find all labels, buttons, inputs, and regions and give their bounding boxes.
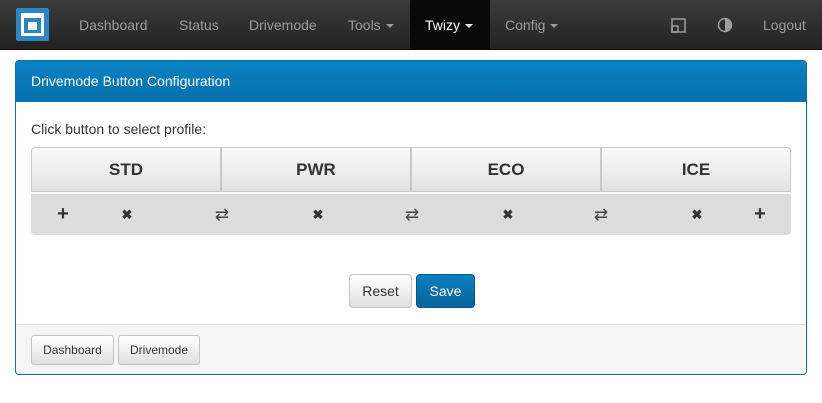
footer-dashboard-button[interactable]: Dashboard xyxy=(31,335,114,365)
profile-button-ice[interactable]: ICE xyxy=(601,147,791,192)
window-icon[interactable] xyxy=(671,0,686,50)
app-logo[interactable] xyxy=(16,8,49,41)
profile-button-eco[interactable]: ECO xyxy=(411,147,601,192)
nav-status[interactable]: Status xyxy=(179,0,219,50)
logout-link[interactable]: Logout xyxy=(763,0,806,50)
profile-button-pwr[interactable]: PWR xyxy=(221,147,411,192)
add-right-icon[interactable]: + xyxy=(748,194,772,235)
panel-title: Drivemode Button Configuration xyxy=(16,61,806,102)
nav-drivemode[interactable]: Drivemode xyxy=(249,0,317,50)
add-left-icon[interactable]: + xyxy=(51,194,75,235)
panel-footer: Dashboard Drivemode xyxy=(16,324,806,374)
nav-config-dropdown[interactable]: Config xyxy=(505,0,559,50)
reset-button[interactable]: Reset xyxy=(349,274,412,308)
remove-pwr-icon[interactable]: ✖ xyxy=(306,194,330,235)
swap-eco-ice-icon[interactable]: ⇄ xyxy=(589,194,613,235)
profile-button-std[interactable]: STD xyxy=(31,147,221,192)
swap-pwr-eco-icon[interactable]: ⇄ xyxy=(400,194,424,235)
nav-twizy-dropdown[interactable]: Twizy xyxy=(410,0,490,50)
profile-button-group: STD PWR ECO ICE xyxy=(31,147,791,192)
caret-down-icon xyxy=(465,24,473,29)
drivemode-config-panel: Drivemode Button Configuration Click but… xyxy=(15,60,807,375)
remove-std-icon[interactable]: ✖ xyxy=(115,194,139,235)
footer-drivemode-button[interactable]: Drivemode xyxy=(118,335,200,365)
instruction-text: Click button to select profile: xyxy=(31,121,207,137)
caret-down-icon xyxy=(550,24,559,29)
contrast-icon[interactable] xyxy=(717,0,733,50)
remove-ice-icon[interactable]: ✖ xyxy=(685,194,709,235)
save-button[interactable]: Save xyxy=(416,274,475,308)
nav-tools-dropdown[interactable]: Tools xyxy=(348,0,394,50)
logo-dot xyxy=(28,22,37,30)
nav-dashboard[interactable]: Dashboard xyxy=(79,0,148,50)
navbar: Dashboard Status Drivemode Tools Twizy C… xyxy=(0,0,822,50)
remove-eco-icon[interactable]: ✖ xyxy=(496,194,520,235)
swap-std-pwr-icon[interactable]: ⇄ xyxy=(210,194,234,235)
profile-control-bar: + ✖ ⇄ ✖ ⇄ ✖ ⇄ ✖ + xyxy=(31,194,791,235)
caret-down-icon xyxy=(385,24,394,29)
